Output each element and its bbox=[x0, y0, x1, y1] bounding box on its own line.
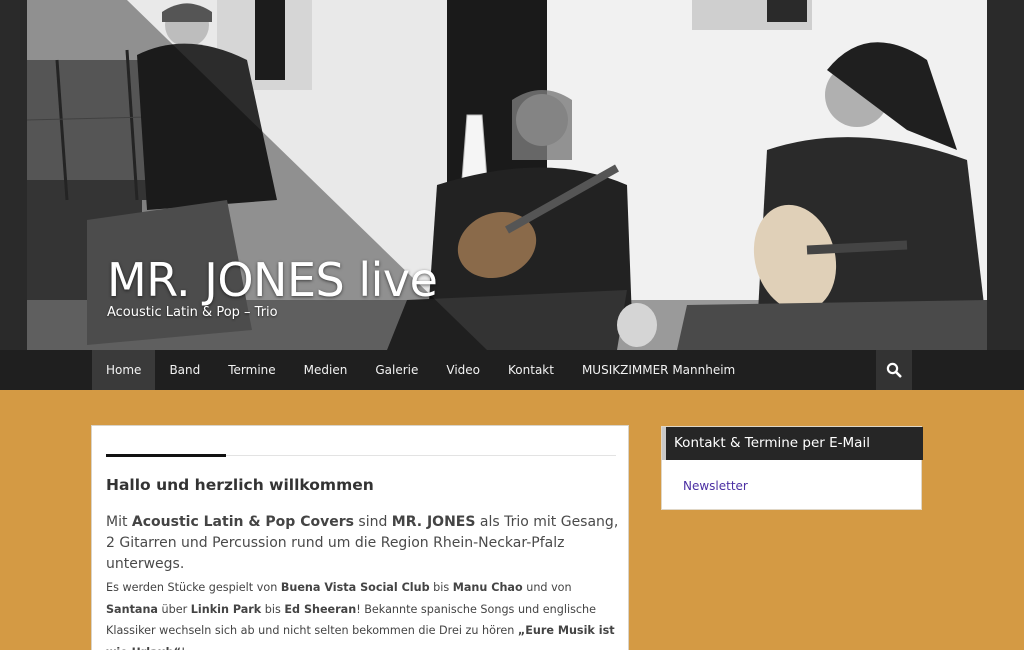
site-title[interactable]: MR. JONES live bbox=[107, 253, 438, 307]
nav-item-galerie[interactable]: Galerie bbox=[361, 350, 432, 390]
newsletter-link[interactable]: Newsletter bbox=[683, 479, 748, 493]
nav-item-medien[interactable]: Medien bbox=[290, 350, 362, 390]
page-heading: Hallo und herzlich willkommen bbox=[106, 476, 374, 494]
widget-title: Kontakt & Termine per E-Mail bbox=[674, 435, 870, 451]
body-paragraph: Es werden Stücke gespielt von Buena Vist… bbox=[106, 581, 615, 650]
site-tagline: Acoustic Latin & Pop – Trio bbox=[107, 305, 278, 320]
nav-item-musikzimmer[interactable]: MUSIKZIMMER Mannheim bbox=[568, 350, 749, 390]
search-icon bbox=[886, 362, 902, 378]
site-header: MR. JONES live Acoustic Latin & Pop – Tr… bbox=[0, 0, 1024, 350]
main-navigation: Home Band Termine Medien Galerie Video K… bbox=[0, 350, 1024, 390]
nav-menu: Home Band Termine Medien Galerie Video K… bbox=[92, 350, 749, 390]
nav-item-video[interactable]: Video bbox=[432, 350, 494, 390]
nav-item-kontakt[interactable]: Kontakt bbox=[494, 350, 568, 390]
search-button[interactable] bbox=[876, 350, 912, 390]
nav-item-termine[interactable]: Termine bbox=[214, 350, 289, 390]
main-content: Hallo und herzlich willkommen Mit Acoust… bbox=[91, 425, 629, 650]
newsletter-widget: Kontakt & Termine per E-Mail Newsletter bbox=[661, 426, 923, 510]
intro-paragraph: Mit Acoustic Latin & Pop Covers sind MR.… bbox=[106, 514, 619, 572]
widget-header: Kontakt & Termine per E-Mail bbox=[662, 427, 923, 460]
accent-bar bbox=[106, 454, 226, 457]
nav-item-band[interactable]: Band bbox=[155, 350, 214, 390]
nav-item-home[interactable]: Home bbox=[92, 350, 156, 390]
